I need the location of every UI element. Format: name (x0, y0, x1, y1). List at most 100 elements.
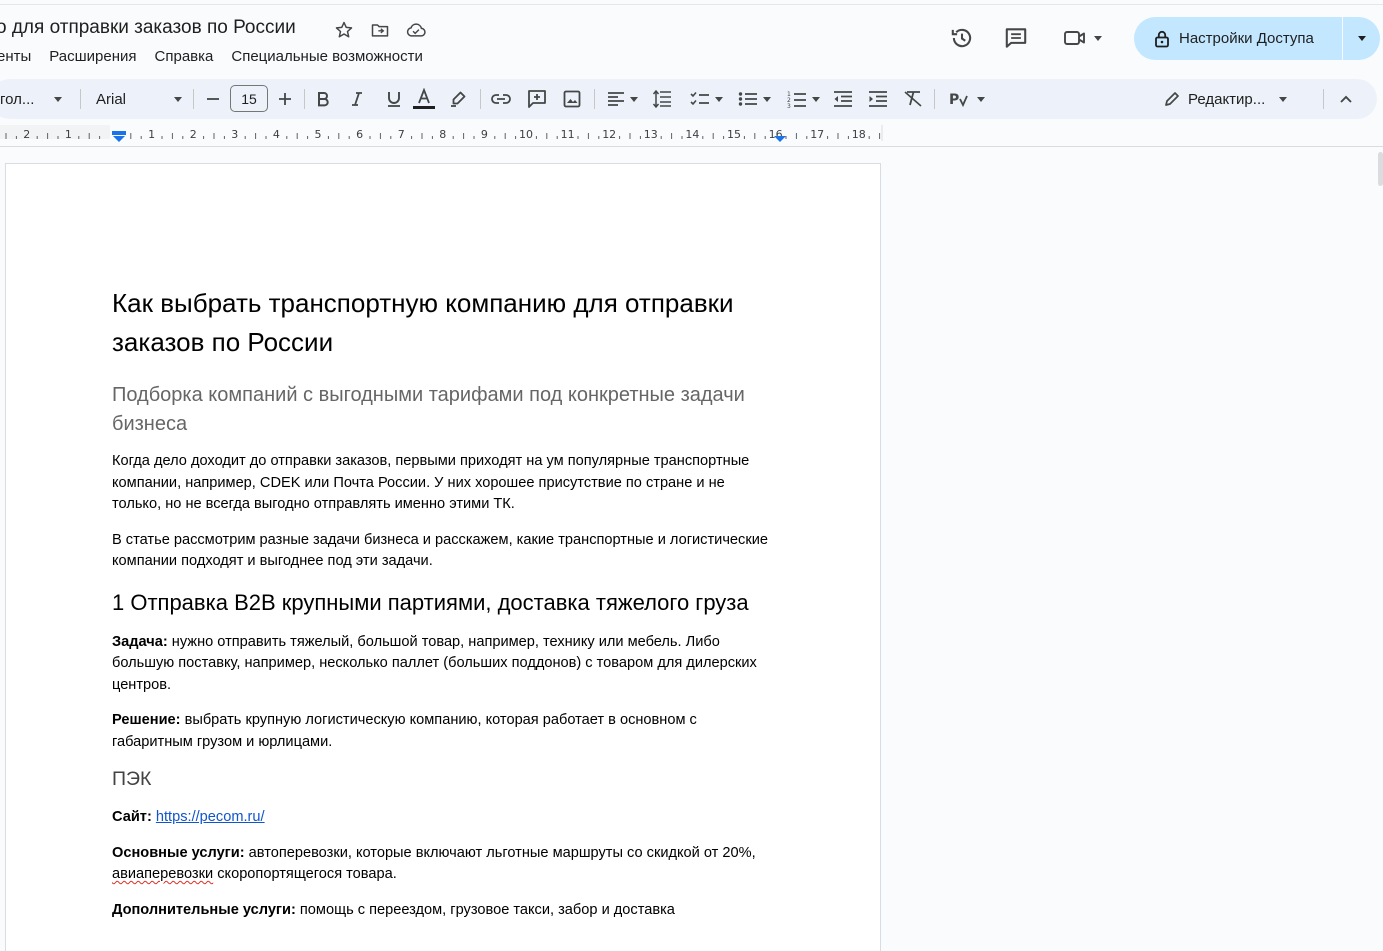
ruler-label: 1 (148, 128, 155, 141)
comments-icon (1005, 28, 1027, 48)
ruler-label: 13 (644, 128, 658, 141)
spellcheck-button[interactable]: P (942, 79, 992, 119)
ruler-label: 8 (439, 128, 446, 141)
extra-services-label: Дополнительные услуги: (112, 901, 296, 918)
meet-button[interactable] (1046, 17, 1118, 59)
decrease-indent-icon (834, 91, 852, 107)
intro-paragraph-2: В статье рассмотрим разные задачи бизнес… (112, 531, 768, 570)
chevron-down-icon (629, 96, 638, 102)
toolbar-divider (193, 89, 194, 109)
bold-button[interactable] (312, 79, 334, 119)
numbered-list-icon: 123 (787, 91, 806, 108)
title-icons (333, 19, 427, 41)
move-to-folder-icon[interactable] (369, 19, 391, 41)
font-family-value: Arial (96, 90, 127, 108)
document-subtitle: Подборка компаний с выгодными тарифами п… (112, 384, 745, 435)
italic-button[interactable] (346, 79, 368, 119)
toolbar-divider (480, 89, 481, 109)
document-page[interactable]: Как выбрать транспортную компанию для от… (5, 163, 881, 951)
font-family-select[interactable]: Arial (96, 79, 182, 119)
paragraph-style-select[interactable]: гол... (0, 79, 66, 119)
horizontal-ruler[interactable]: 2 1 1 2 3 4 5 6 7 8 9 10 11 12 13 14 15 16 17 18 (0, 121, 1383, 147)
site-link[interactable]: https://pecom.ru/ (156, 809, 265, 825)
scrollbar-thumb[interactable] (1378, 152, 1383, 186)
left-indent-marker[interactable] (112, 131, 126, 142)
ruler-label: 18 (852, 128, 866, 141)
ruler-label: 7 (398, 128, 405, 141)
share-button[interactable]: Настройки Доступа (1134, 17, 1342, 60)
ruler-label: 12 (602, 128, 616, 141)
highlighter-icon (451, 91, 466, 107)
checklist-button[interactable] (686, 79, 726, 119)
services-paragraph: Основные услуги: автоперевозки, которые … (112, 843, 772, 886)
menu-bar: енты Расширения Справка Специальные возм… (0, 47, 423, 66)
chevron-down-icon (811, 96, 820, 102)
document-title[interactable]: о для отправки заказов по России (0, 17, 296, 39)
font-size-input[interactable]: 15 (230, 85, 268, 112)
increase-indent-button[interactable] (866, 79, 890, 119)
insert-link-button[interactable] (489, 79, 513, 119)
cloud-saved-icon[interactable] (405, 19, 427, 41)
align-button[interactable] (602, 79, 642, 119)
document-body[interactable]: Как выбрать транспортную компанию для от… (112, 284, 772, 921)
header-actions (940, 17, 1118, 59)
task-paragraph: Задача: нужно отправить тяжелый, большой… (112, 632, 772, 697)
align-left-icon (607, 92, 624, 106)
menu-item-accessibility[interactable]: Специальные возможности (231, 47, 423, 66)
editing-mode-label: Редактир... (1188, 90, 1266, 108)
ruler-label: 2 (23, 128, 30, 141)
company-heading: ПЭК (112, 768, 152, 790)
comments-button[interactable] (994, 17, 1038, 59)
history-icon (951, 28, 972, 48)
ruler-label: 11 (561, 128, 575, 141)
underline-button[interactable] (383, 79, 405, 119)
decrease-indent-button[interactable] (831, 79, 855, 119)
extra-services-paragraph: Дополнительные услуги: помощь с переездо… (112, 900, 772, 922)
menu-item-help[interactable]: Справка (155, 47, 214, 66)
task-label: Задача: (112, 633, 168, 650)
solution-label: Решение: (112, 712, 181, 728)
line-spacing-button[interactable] (650, 79, 674, 119)
clear-formatting-button[interactable] (901, 79, 925, 119)
ruler-label: 6 (356, 128, 363, 141)
line-spacing-icon (652, 90, 671, 108)
decrease-font-size-button[interactable] (202, 79, 224, 119)
title-bar: о для отправки заказов по России енты Ра… (0, 0, 1383, 78)
videocam-icon (1064, 31, 1085, 45)
checklist-icon (689, 91, 709, 106)
ruler-label: 5 (315, 128, 322, 141)
share-dropdown[interactable] (1343, 17, 1380, 60)
highlight-color-button[interactable] (447, 79, 469, 119)
chevron-down-icon (174, 96, 182, 102)
ruler-label: 15 (727, 128, 741, 141)
ruler-label: 10 (519, 128, 533, 141)
chevron-down-icon (1357, 36, 1366, 41)
underline-icon (388, 92, 400, 107)
site-paragraph: Сайт: https://pecom.ru/ (112, 807, 772, 829)
bold-icon (318, 92, 329, 107)
section-heading: 1 Отправка B2B крупными партиями, достав… (112, 589, 749, 615)
menu-item-extensions[interactable]: Расширения (49, 47, 136, 66)
insert-comment-button[interactable] (525, 79, 549, 119)
insert-image-button[interactable] (560, 79, 584, 119)
bulleted-list-icon (738, 92, 757, 106)
toolbar-divider (80, 89, 81, 109)
hide-menus-button[interactable] (1334, 79, 1358, 119)
text-color-icon (413, 88, 435, 109)
history-button[interactable] (940, 17, 984, 59)
editing-mode-select[interactable]: Редактир... (1160, 79, 1302, 119)
ruler-label: 9 (481, 128, 488, 141)
svg-text:3: 3 (787, 103, 791, 108)
clear-formatting-icon (904, 91, 922, 107)
increase-font-size-button[interactable] (274, 79, 296, 119)
text-color-button[interactable] (410, 79, 438, 119)
menu-item-tools[interactable]: енты (0, 47, 31, 66)
ruler-label: 2 (190, 128, 197, 141)
misspelled-word[interactable]: авиаперевозки (112, 866, 213, 882)
paragraph-style-value: гол... (0, 90, 35, 108)
toolbar-divider (594, 89, 595, 109)
formatting-toolbar: гол... Arial 15 1 2 3 P Редактир... (0, 79, 1377, 119)
numbered-list-button[interactable]: 123 (783, 79, 823, 119)
star-icon[interactable] (333, 19, 355, 41)
bulleted-list-button[interactable] (734, 79, 774, 119)
